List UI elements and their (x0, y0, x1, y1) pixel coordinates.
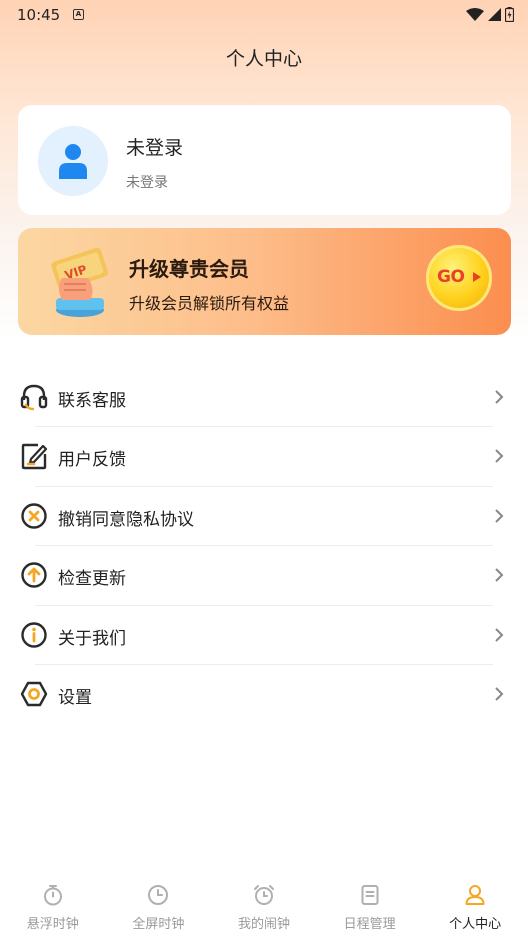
chevron-right-icon (495, 390, 504, 404)
person-icon (465, 885, 485, 905)
chevron-right-icon (495, 449, 504, 464)
menu-item-about-us[interactable]: 关于我们 (0, 606, 528, 665)
vip-card-illustration: VIP (51, 247, 109, 317)
page-title: 个人中心 (225, 48, 302, 70)
info-icon (21, 621, 47, 648)
profile-card[interactable]: 未登录 未登录 (18, 105, 511, 215)
avatar[interactable] (38, 126, 108, 196)
menu-item-label: 撤销同意隐私协议 (58, 509, 194, 530)
menu-item-label: 关于我们 (58, 628, 126, 649)
menu-item-label: 检查更新 (58, 569, 126, 590)
chevron-right-icon (495, 627, 504, 642)
nav-tab-personal-center[interactable]: 个人中心 (422, 876, 528, 940)
alarm-icon (253, 885, 274, 905)
nav-label: 悬浮时钟 (26, 917, 79, 932)
menu-item-label: 联系客服 (58, 391, 126, 411)
edit-icon (21, 444, 48, 470)
nav-label: 我的闹钟 (237, 917, 290, 932)
arrow-up-circle-icon (21, 562, 47, 588)
chevron-right-icon (495, 568, 504, 582)
menu-item-contact-service[interactable]: 联系客服 (0, 368, 528, 428)
close-circle-icon (21, 503, 47, 529)
menu-item-check-update[interactable]: 检查更新 (0, 546, 528, 606)
menu-item-feedback[interactable]: 用户反馈 (0, 427, 528, 487)
nav-label: 日程管理 (343, 917, 396, 932)
nav-label: 个人中心 (449, 917, 502, 932)
vip-title: 升级尊贵会员 (129, 257, 249, 281)
gear-hex-icon (20, 681, 48, 707)
nav-tab-my-alarm[interactable]: 我的闹钟 (211, 876, 317, 940)
status-time: 10:45 (17, 6, 61, 24)
nav-tab-schedule[interactable]: 日程管理 (317, 876, 423, 940)
go-label: GO (437, 267, 465, 287)
nav-tab-floating-clock[interactable]: 悬浮时钟 (0, 876, 106, 940)
status-icons (466, 7, 514, 22)
menu-item-label: 设置 (58, 687, 92, 708)
menu-item-label: 用户反馈 (58, 450, 126, 471)
wifi-icon (466, 7, 484, 21)
chevron-right-icon (495, 687, 504, 701)
notification-icon: A (73, 9, 84, 20)
vip-subtitle: 升级会员解锁所有权益 (129, 294, 290, 313)
clock-icon (148, 885, 169, 905)
play-arrow-icon (473, 272, 481, 282)
chevron-right-icon (495, 509, 504, 523)
menu-item-revoke-privacy[interactable]: 撤销同意隐私协议 (0, 487, 528, 547)
headset-icon (20, 384, 48, 411)
vip-banner[interactable]: VIP 升级尊贵会员 升级会员解锁所有权益 GO (18, 228, 511, 335)
menu-item-settings[interactable]: 设置 (0, 665, 528, 724)
user-icon (59, 144, 87, 179)
document-icon (361, 885, 379, 905)
bottom-nav: 悬浮时钟 全屏时钟 我的闹钟 日程管理 个人中心 (0, 876, 528, 940)
battery-icon (505, 7, 514, 22)
profile-status: 未登录 (126, 175, 168, 191)
stopwatch-icon (43, 885, 62, 906)
status-bar: 10:45 A (0, 0, 528, 30)
profile-name[interactable]: 未登录 (126, 133, 183, 160)
go-button[interactable]: GO (426, 245, 492, 311)
nav-label: 全屏时钟 (132, 917, 185, 932)
signal-icon (488, 8, 501, 21)
menu-list: 联系客服 用户反馈 撤销同意隐私协议 检查更新 关于我们 设置 (0, 368, 528, 724)
nav-tab-fullscreen-clock[interactable]: 全屏时钟 (106, 876, 212, 940)
